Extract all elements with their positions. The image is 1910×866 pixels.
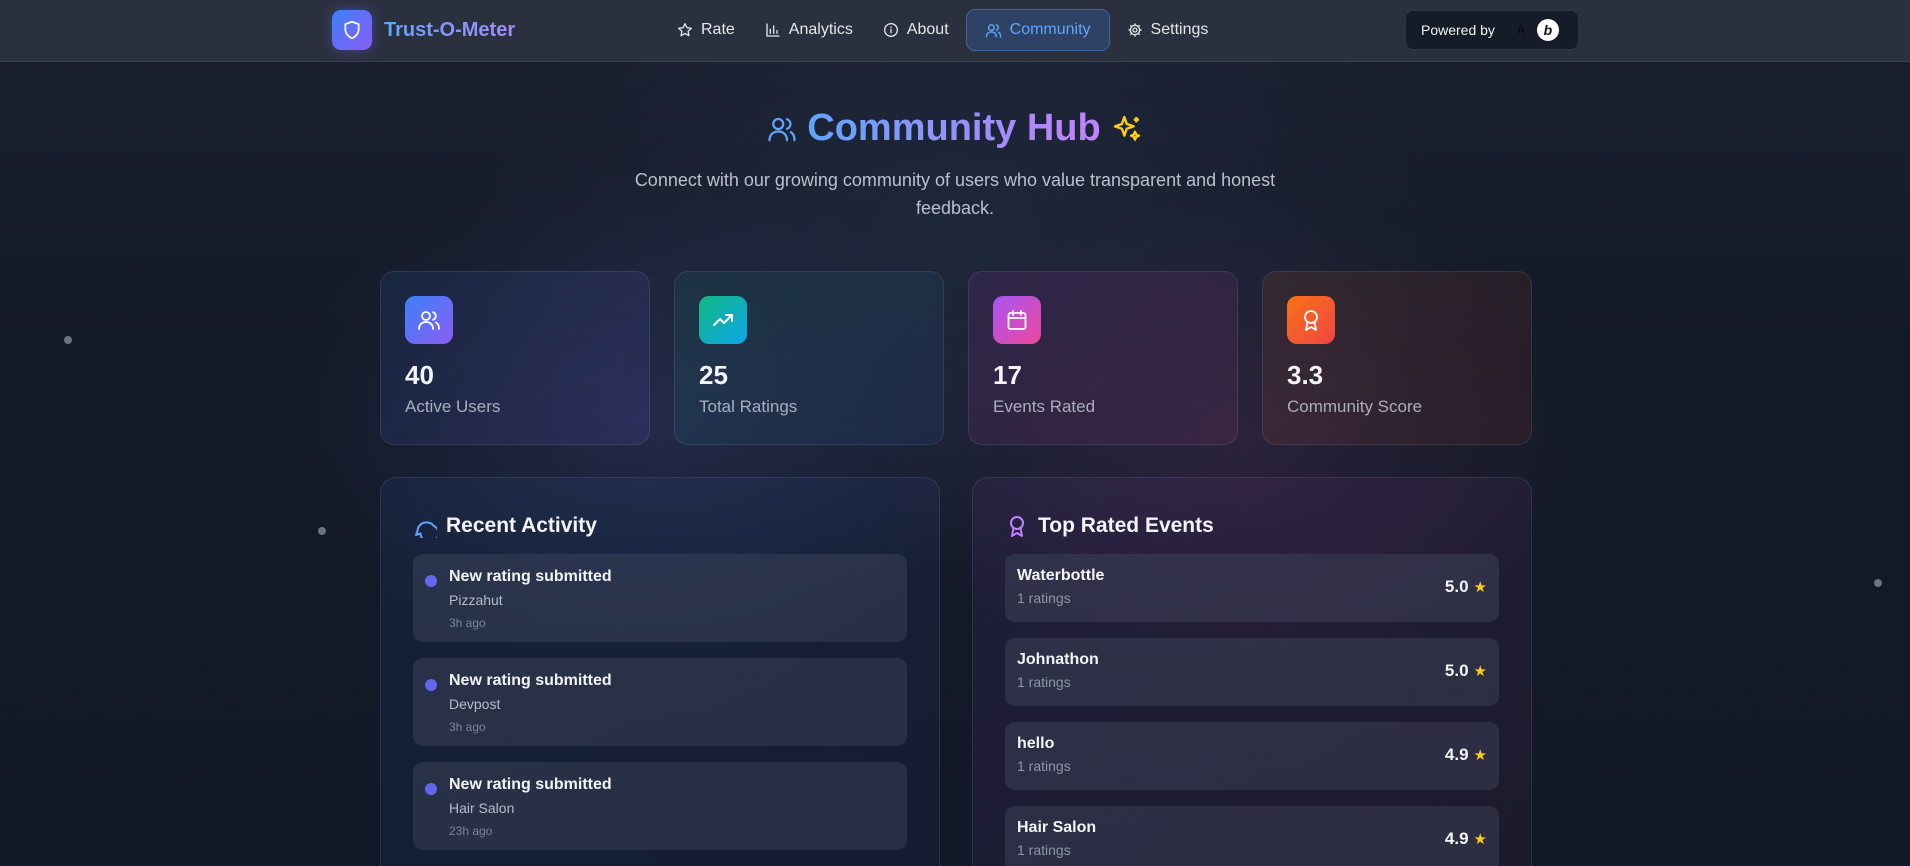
event-score-value: 4.9: [1444, 829, 1469, 848]
activity-subject: Pizzahut: [449, 592, 503, 608]
activity-item[interactable]: New rating submitted Hair Salon 23h ago: [413, 762, 907, 850]
partner-logo-b-icon: b: [1536, 19, 1559, 41]
gear-icon: [1127, 23, 1142, 37]
page-header: Community Hub: [0, 107, 1910, 150]
top-rated-header: Top Rated Events: [1005, 514, 1499, 538]
event-score: 5.0 ★: [1445, 661, 1487, 681]
brand-logo[interactable]: Trust-O-Meter: [332, 10, 515, 50]
star-icon: ★: [1473, 579, 1487, 596]
activity-title: New rating submitted: [449, 776, 612, 793]
recent-activity-title: Recent Activity: [446, 514, 597, 537]
powered-by-badge[interactable]: Powered by A b: [1405, 10, 1579, 50]
page-title: Community Hub: [807, 107, 1101, 149]
activity-time: 3h ago: [449, 720, 486, 734]
event-rating-count: 1 ratings: [1017, 842, 1071, 858]
activity-bullet-icon: [425, 783, 437, 795]
trending-up-icon: [699, 296, 747, 344]
shield-icon: [332, 10, 372, 50]
nav-item-analytics[interactable]: Analytics: [752, 9, 866, 51]
brand-name: Trust-O-Meter: [384, 18, 516, 41]
recent-activity-panel: Recent Activity New rating submitted Piz…: [380, 477, 940, 866]
users-icon: [405, 296, 453, 344]
event-score-value: 4.9: [1444, 745, 1469, 764]
event-score: 4.9 ★: [1445, 829, 1487, 849]
calendar-icon: [993, 296, 1041, 344]
nav-item-label: Settings: [1150, 21, 1209, 38]
stat-label: Events Rated: [993, 397, 1096, 416]
event-item[interactable]: Johnathon 1 ratings 5.0 ★: [1005, 638, 1499, 706]
page-subtitle: Connect with our growing community of us…: [634, 170, 1276, 218]
star-icon: [678, 23, 692, 37]
stat-card-community-score: 3.3 Community Score: [1262, 271, 1532, 445]
stat-value: 40: [405, 360, 434, 390]
activity-subject: Devpost: [449, 696, 501, 712]
stat-value: 25: [699, 360, 728, 390]
nav-links: Rate Analytics About Community Settings: [664, 9, 1225, 51]
event-rating-count: 1 ratings: [1017, 590, 1071, 606]
event-name: Waterbottle: [1017, 567, 1105, 584]
nav-item-label: About: [906, 21, 949, 38]
activity-bullet-icon: [425, 679, 437, 691]
stat-card-active-users: 40 Active Users: [380, 271, 650, 445]
star-icon: ★: [1473, 663, 1487, 680]
nav-item-rate[interactable]: Rate: [664, 9, 748, 51]
activity-item[interactable]: New rating submitted Devpost 3h ago: [413, 658, 907, 746]
stat-label: Total Ratings: [699, 397, 798, 416]
nav-item-community[interactable]: Community: [965, 9, 1110, 51]
event-score: 4.9 ★: [1445, 745, 1487, 765]
top-rated-title: Top Rated Events: [1038, 514, 1214, 537]
nav-item-label: Rate: [701, 21, 735, 38]
event-rating-count: 1 ratings: [1017, 674, 1071, 690]
event-name: Hair Salon: [1017, 819, 1097, 836]
activity-time: 3h ago: [449, 616, 486, 630]
activity-subject: Hair Salon: [449, 800, 515, 816]
recent-activity-header: Recent Activity: [413, 514, 907, 538]
activity-time: 23h ago: [449, 824, 493, 838]
decorative-dot: [64, 336, 72, 344]
award-icon: [1010, 516, 1024, 537]
top-rated-events-panel: Top Rated Events Waterbottle 1 ratings 5…: [972, 477, 1532, 866]
decorative-dot: [1874, 579, 1882, 587]
top-navbar: Trust-O-Meter Rate Analytics About Commu…: [0, 0, 1910, 62]
activity-title: New rating submitted: [449, 672, 612, 689]
decorative-dot: [318, 527, 326, 535]
info-icon: [883, 23, 898, 37]
event-score-value: 5.0: [1444, 577, 1469, 596]
bar-chart-icon: [766, 23, 780, 37]
event-rating-count: 1 ratings: [1017, 758, 1071, 774]
star-icon: ★: [1473, 747, 1487, 764]
activity-bullet-icon: [425, 575, 437, 587]
partner-logo-a-icon: A: [1516, 24, 1525, 36]
event-score: 5.0 ★: [1445, 577, 1487, 597]
event-score-value: 5.0: [1444, 661, 1469, 680]
sparkles-icon: [1113, 115, 1140, 141]
stat-card-total-ratings: 25 Total Ratings: [674, 271, 944, 445]
event-name: Johnathon: [1017, 651, 1099, 668]
stat-label: Community Score: [1287, 397, 1423, 416]
activity-title: New rating submitted: [449, 568, 612, 585]
event-item[interactable]: Waterbottle 1 ratings 5.0 ★: [1005, 554, 1499, 622]
nav-item-about[interactable]: About: [870, 9, 962, 51]
event-item[interactable]: Hair Salon 1 ratings 4.9 ★: [1005, 806, 1499, 866]
stat-label: Active Users: [405, 397, 501, 416]
event-item[interactable]: hello 1 ratings 4.9 ★: [1005, 722, 1499, 790]
users-icon: [985, 23, 1001, 38]
stat-value: 17: [993, 360, 1022, 390]
nav-item-label: Analytics: [788, 21, 853, 38]
award-icon: [1287, 296, 1335, 344]
stat-value: 3.3: [1287, 360, 1324, 390]
event-name: hello: [1017, 735, 1055, 752]
star-icon: ★: [1473, 831, 1487, 848]
powered-by-label: Powered by: [1421, 22, 1495, 38]
stat-card-events-rated: 17 Events Rated: [968, 271, 1238, 445]
activity-item[interactable]: New rating submitted Pizzahut 3h ago: [413, 554, 907, 642]
users-icon: [768, 117, 796, 141]
nav-item-label: Community: [1009, 21, 1091, 38]
message-circle-icon: [415, 521, 437, 538]
nav-item-settings[interactable]: Settings: [1114, 9, 1222, 51]
